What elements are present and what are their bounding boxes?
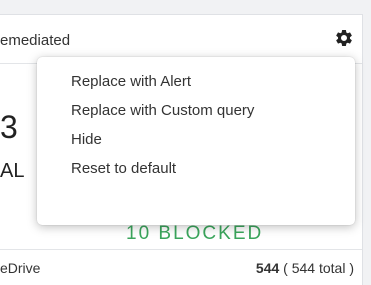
row-count-total: ( 544 total )	[283, 260, 354, 276]
widget-options-menu: Replace with Alert Replace with Custom q…	[37, 57, 355, 225]
menu-item-reset-to-default[interactable]: Reset to default	[37, 154, 355, 183]
metric-label: AL	[0, 160, 25, 182]
gear-icon[interactable]	[334, 28, 354, 48]
widget-title: emediated	[0, 32, 71, 49]
row-count-value: 544	[255, 260, 280, 276]
menu-item-replace-with-alert[interactable]: Replace with Alert	[37, 67, 355, 96]
menu-item-replace-with-custom-query[interactable]: Replace with Custom query	[37, 96, 355, 125]
menu-item-hide[interactable]: Hide	[37, 125, 355, 154]
blocked-status-text: 10 BLOCKED	[126, 223, 264, 244]
metric-value: 3	[0, 109, 18, 145]
table-row-count: 544 ( 544 total )	[256, 260, 354, 276]
table-row-name: eDrive	[0, 260, 41, 276]
divider	[0, 249, 362, 250]
